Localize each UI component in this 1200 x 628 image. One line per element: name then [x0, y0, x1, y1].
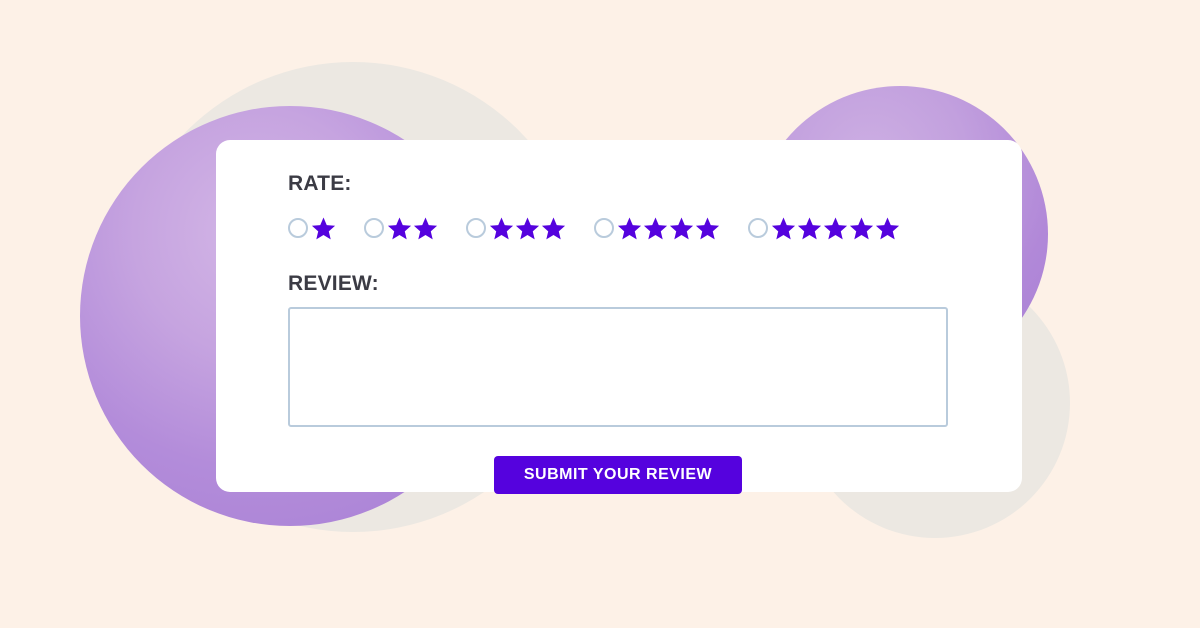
- star-icon: [668, 215, 695, 242]
- rate-stars-1: [310, 215, 336, 242]
- star-icon: [310, 215, 337, 242]
- rate-option-4[interactable]: [594, 215, 720, 242]
- star-icon: [770, 215, 797, 242]
- page-canvas: RATE: REVIEW: SUBMIT YOUR REVIEW: [0, 0, 1200, 628]
- rate-radio-4[interactable]: [594, 218, 614, 238]
- star-icon: [386, 215, 413, 242]
- rate-option-3[interactable]: [466, 215, 566, 242]
- star-icon: [874, 215, 901, 242]
- star-icon: [488, 215, 515, 242]
- review-textarea[interactable]: [288, 307, 948, 427]
- rate-radio-2[interactable]: [364, 218, 384, 238]
- rate-stars-2: [386, 215, 438, 242]
- rate-radio-1[interactable]: [288, 218, 308, 238]
- rate-stars-3: [488, 215, 566, 242]
- star-icon: [822, 215, 849, 242]
- rate-option-5[interactable]: [748, 215, 900, 242]
- star-icon: [616, 215, 643, 242]
- star-icon: [796, 215, 823, 242]
- review-form-card: RATE: REVIEW: SUBMIT YOUR REVIEW: [216, 140, 1022, 494]
- star-icon: [642, 215, 669, 242]
- rate-stars-4: [616, 215, 720, 242]
- rate-stars-5: [770, 215, 900, 242]
- review-form-content: RATE: REVIEW: SUBMIT YOUR REVIEW: [288, 173, 948, 494]
- submit-row: SUBMIT YOUR REVIEW: [288, 456, 948, 494]
- star-icon: [412, 215, 439, 242]
- rate-option-1[interactable]: [288, 215, 336, 242]
- review-label-wrap: REVIEW:: [288, 273, 948, 294]
- rate-radio-3[interactable]: [466, 218, 486, 238]
- rate-radio-5[interactable]: [748, 218, 768, 238]
- star-icon: [694, 215, 721, 242]
- rate-label: RATE:: [288, 172, 352, 195]
- star-icon: [514, 215, 541, 242]
- star-icon: [848, 215, 875, 242]
- star-icon: [540, 215, 567, 242]
- review-label: REVIEW:: [288, 272, 379, 295]
- rate-option-2[interactable]: [364, 215, 438, 242]
- submit-review-button[interactable]: SUBMIT YOUR REVIEW: [493, 456, 743, 494]
- rate-options-group: [288, 211, 948, 245]
